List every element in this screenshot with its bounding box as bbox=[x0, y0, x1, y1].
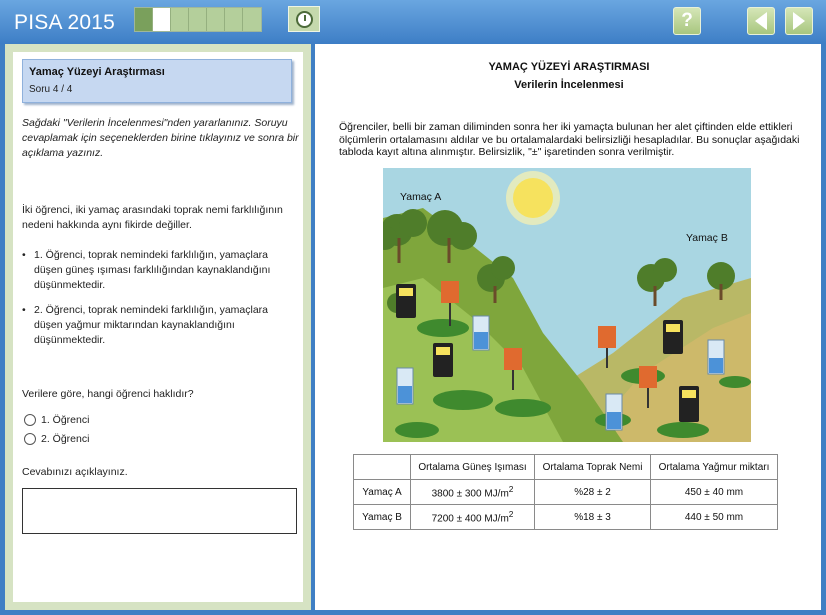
radiation-value: 7200 ± 400 MJ/m bbox=[431, 513, 509, 525]
forward-arrow-icon bbox=[793, 12, 805, 30]
row-label: Yamaç A bbox=[353, 479, 411, 505]
instruction-text: Sağdaki "Verilerin İncelenmesi"nden yara… bbox=[22, 117, 299, 159]
progress-segment bbox=[207, 8, 225, 31]
stimulus-title: YAMAÇ YÜZEYİ ARAŞTIRMASI bbox=[488, 61, 650, 73]
top-bar: PISA 2015 ? bbox=[0, 0, 826, 44]
radio-button[interactable] bbox=[24, 414, 36, 426]
list-item: 2. Öğrenci, toprak nemindeki farklılığın… bbox=[22, 303, 292, 348]
measurements-table: Ortalama Güneş Işıması Ortalama Toprak N… bbox=[353, 454, 778, 530]
stimulus-subtitle: Verilerin İncelenmesi bbox=[514, 79, 624, 91]
option-label: 1. Öğrenci bbox=[41, 414, 90, 426]
rain-cell: 440 ± 50 mm bbox=[650, 504, 778, 530]
table-header-row: Ortalama Güneş Işıması Ortalama Toprak N… bbox=[353, 454, 778, 480]
option-label: 2. Öğrenci bbox=[41, 433, 90, 445]
back-arrow-icon bbox=[755, 12, 767, 30]
stimulus-intro: Öğrenciler, belli bir zaman diliminden s… bbox=[339, 121, 800, 158]
unit-header: Yamaç Yüzeyi Araştırması Soru 4 / 4 bbox=[22, 59, 292, 103]
unit-title: Yamaç Yüzeyi Araştırması bbox=[29, 66, 165, 78]
progress-segment bbox=[189, 8, 207, 31]
radio-button[interactable] bbox=[24, 433, 36, 445]
progress-segment-current bbox=[153, 8, 171, 31]
progress-indicator bbox=[134, 7, 262, 32]
question-counter: Soru 4 / 4 bbox=[29, 84, 73, 95]
progress-segment bbox=[225, 8, 243, 31]
question-text: Verilere göre, hangi öğrenci haklıdır? bbox=[22, 388, 194, 400]
slopes-illustration-image bbox=[373, 168, 751, 442]
radiation-value: 3800 ± 300 MJ/m bbox=[431, 488, 509, 500]
column-header: Ortalama Yağmur miktarı bbox=[650, 454, 778, 480]
row-label: Yamaç B bbox=[353, 504, 411, 530]
question-panel: Yamaç Yüzeyi Araştırması Soru 4 / 4 Sağd… bbox=[5, 44, 311, 610]
question-panel-content: Yamaç Yüzeyi Araştırması Soru 4 / 4 Sağd… bbox=[13, 52, 303, 602]
slope-a-label: Yamaç A bbox=[400, 191, 442, 203]
progress-segment bbox=[243, 8, 261, 31]
slope-b-label: Yamaç B bbox=[686, 232, 728, 244]
table-row: Yamaç B 7200 ± 400 MJ/m2 %18 ± 3 440 ± 5… bbox=[353, 504, 778, 530]
column-header: Ortalama Güneş Işıması bbox=[410, 454, 535, 480]
clock-icon bbox=[295, 10, 313, 28]
stimulus-panel: YAMAÇ YÜZEYİ ARAŞTIRMASI Verilerin İncel… bbox=[313, 44, 821, 610]
explain-prompt: Cevabınızı açıklayınız. bbox=[22, 466, 128, 478]
unit-exponent: 2 bbox=[508, 484, 514, 495]
help-icon: ? bbox=[681, 10, 693, 31]
brand-title: PISA 2015 bbox=[14, 11, 116, 34]
progress-segment bbox=[135, 8, 153, 31]
clock-button[interactable] bbox=[288, 6, 320, 32]
progress-segment bbox=[171, 8, 189, 31]
explanation-textarea[interactable] bbox=[22, 488, 297, 534]
unit-exponent: 2 bbox=[508, 509, 514, 520]
back-button[interactable] bbox=[747, 7, 775, 35]
column-header: Ortalama Toprak Nemi bbox=[534, 454, 651, 480]
slopes-illustration: Yamaç A Yamaç B bbox=[373, 168, 751, 442]
option-student-2[interactable]: 2. Öğrenci bbox=[24, 433, 89, 445]
moisture-cell: %28 ± 2 bbox=[534, 479, 651, 505]
help-button[interactable]: ? bbox=[673, 7, 701, 35]
forward-button[interactable] bbox=[785, 7, 813, 35]
rain-cell: 450 ± 40 mm bbox=[650, 479, 778, 505]
option-student-1[interactable]: 1. Öğrenci bbox=[24, 414, 89, 426]
student-claims-list: 1. Öğrenci, toprak nemindeki farklılığın… bbox=[22, 248, 292, 358]
list-item: 1. Öğrenci, toprak nemindeki farklılığın… bbox=[22, 248, 292, 293]
scenario-text: İki öğrenci, iki yamaç arasındaki toprak… bbox=[22, 204, 283, 231]
column-header bbox=[353, 454, 411, 480]
table-row: Yamaç A 3800 ± 300 MJ/m2 %28 ± 2 450 ± 4… bbox=[353, 479, 778, 505]
moisture-cell: %18 ± 3 bbox=[534, 504, 651, 530]
radiation-cell: 7200 ± 400 MJ/m2 bbox=[410, 504, 535, 530]
radiation-cell: 3800 ± 300 MJ/m2 bbox=[410, 479, 535, 505]
